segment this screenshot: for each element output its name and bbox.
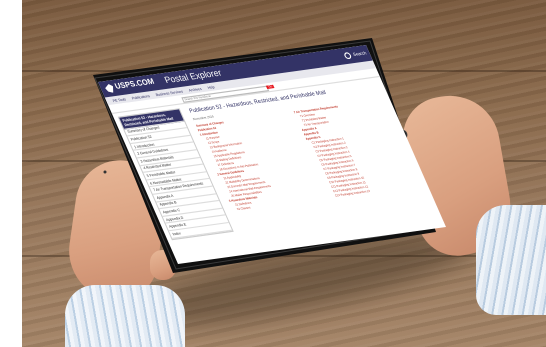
tablet: USPS.COM Postal Explorer Search PE Tools… — [0, 0, 546, 347]
search-icon[interactable] — [343, 51, 353, 60]
site-logo[interactable]: USPS.COM — [114, 78, 156, 91]
search-label[interactable]: Search — [352, 50, 368, 57]
nav-item-help[interactable]: Help — [207, 84, 216, 89]
camera-icon — [103, 170, 107, 174]
photo-scene: USPS.COM Postal Explorer Search PE Tools… — [0, 0, 546, 347]
search-go-button[interactable]: Go — [265, 84, 275, 90]
nav-item-pe-tools[interactable]: PE Tools — [112, 96, 127, 102]
nav-item-archives[interactable]: Archives — [188, 86, 203, 92]
